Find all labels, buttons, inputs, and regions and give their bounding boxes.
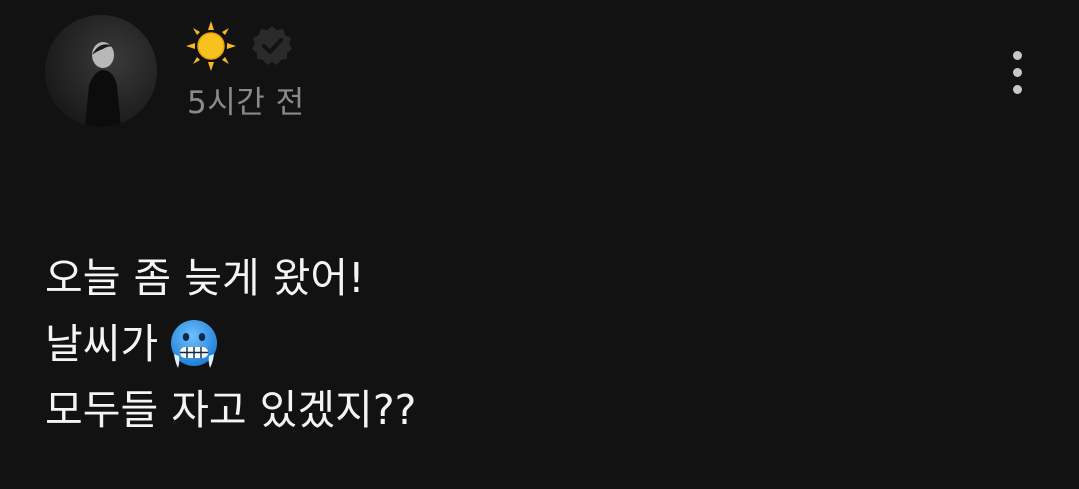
post-line: 날씨가 — [45, 311, 416, 377]
author-avatar[interactable] — [45, 15, 157, 127]
more-options-button[interactable] — [994, 42, 1040, 102]
post-timestamp: 5시간 전 — [187, 85, 305, 121]
sun-icon — [186, 21, 236, 71]
post-line: 모두들 자고 있겠지?? — [45, 377, 416, 443]
post-card: 5시간 전 오늘 좀 늦게 왔어! 날씨가 모두들 자고 있겠지?? — [0, 0, 1079, 489]
verified-badge-icon — [250, 24, 294, 68]
post-body: 오늘 좀 늦게 왔어! 날씨가 모두들 자고 있겠지?? — [45, 245, 416, 443]
more-vertical-icon-dot — [1012, 84, 1022, 94]
post-line-text: 날씨가 — [45, 320, 159, 368]
post-line-text: 오늘 좀 늦게 왔어! — [45, 254, 365, 302]
cold-face-emoji-icon — [168, 318, 220, 370]
post-line-text: 모두들 자고 있겠지?? — [45, 386, 417, 434]
post-line: 오늘 좀 늦게 왔어! — [45, 245, 416, 311]
more-vertical-icon — [1012, 50, 1022, 60]
more-vertical-icon-dot — [1012, 67, 1022, 77]
profile-photo — [45, 15, 157, 127]
author-name-row — [186, 21, 294, 71]
